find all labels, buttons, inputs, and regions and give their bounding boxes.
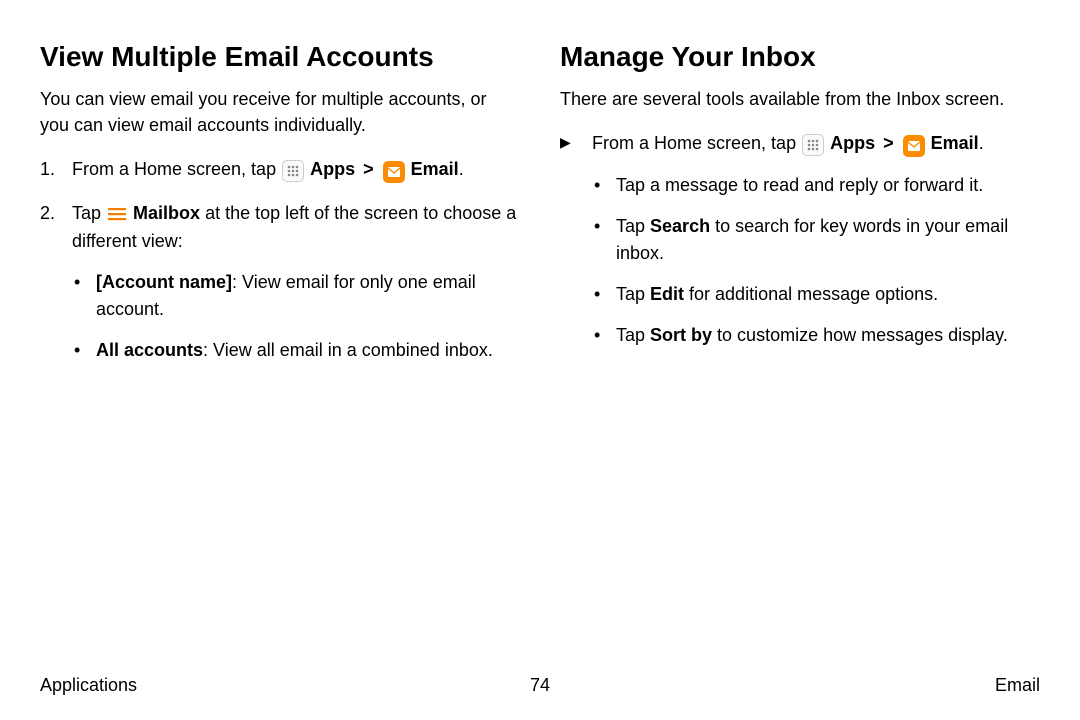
right-column: Manage Your Inbox There are several tool… [560,40,1040,380]
arrow-item: From a Home screen, tap Apps > Email. Ta… [560,130,1040,349]
hamburger-icon [107,206,127,222]
arrow-text-pre: From a Home screen, tap [592,133,801,153]
heading-manage-inbox: Manage Your Inbox [560,40,1040,74]
page-footer: Applications 74 Email [40,675,1040,696]
sub-all-accounts: All accounts: View all email in a combin… [72,337,520,364]
email-label: Email [931,133,979,153]
email-icon [903,135,925,157]
b3-post: for additional message options. [684,284,938,304]
b2-bold: Search [650,216,710,236]
bullet-read: Tap a message to read and reply or forwa… [592,172,1040,199]
bullet-search: Tap Search to search for key words in yo… [592,213,1040,267]
sub2-bold: All accounts [96,340,203,360]
heading-view-multiple: View Multiple Email Accounts [40,40,520,74]
apps-icon [802,134,824,156]
footer-page-number: 74 [530,675,550,696]
step2-text-pre: Tap [72,203,106,223]
step1-text-pre: From a Home screen, tap [72,159,281,179]
b3-bold: Edit [650,284,684,304]
footer-left: Applications [40,675,137,696]
apps-icon [282,160,304,182]
inbox-tools-list: Tap a message to read and reply or forwa… [592,172,1040,349]
bullet-edit: Tap Edit for additional message options. [592,281,1040,308]
b1-text: Tap a message to read and reply or forwa… [616,175,983,195]
email-label: Email [411,159,459,179]
sub-account-name: [Account name]: View email for only one … [72,269,520,323]
b4-pre: Tap [616,325,650,345]
apps-label: Apps [830,133,875,153]
arrow-list: From a Home screen, tap Apps > Email. Ta… [560,130,1040,349]
sub2-rest: : View all email in a combined inbox. [203,340,493,360]
apps-label: Apps [310,159,355,179]
email-icon [383,161,405,183]
lead-right: There are several tools available from t… [560,86,1040,112]
left-column: View Multiple Email Accounts You can vie… [40,40,520,380]
b3-pre: Tap [616,284,650,304]
mailbox-label: Mailbox [133,203,200,223]
bullet-sortby: Tap Sort by to customize how messages di… [592,322,1040,349]
step-1: From a Home screen, tap Apps > Email. [40,156,520,184]
steps-list: From a Home screen, tap Apps > Email. Ta… [40,156,520,365]
main-columns: View Multiple Email Accounts You can vie… [40,40,1040,380]
chevron: > [363,159,374,179]
period: . [979,133,984,153]
step-2: Tap Mailbox at the top left of the scree… [40,200,520,365]
chevron: > [883,133,894,153]
b4-bold: Sort by [650,325,712,345]
sub1-bold: [Account name] [96,272,232,292]
b4-post: to customize how messages display. [712,325,1008,345]
period: . [459,159,464,179]
step2-sublist: [Account name]: View email for only one … [72,269,520,364]
footer-right: Email [995,675,1040,696]
lead-left: You can view email you receive for multi… [40,86,520,138]
b2-pre: Tap [616,216,650,236]
